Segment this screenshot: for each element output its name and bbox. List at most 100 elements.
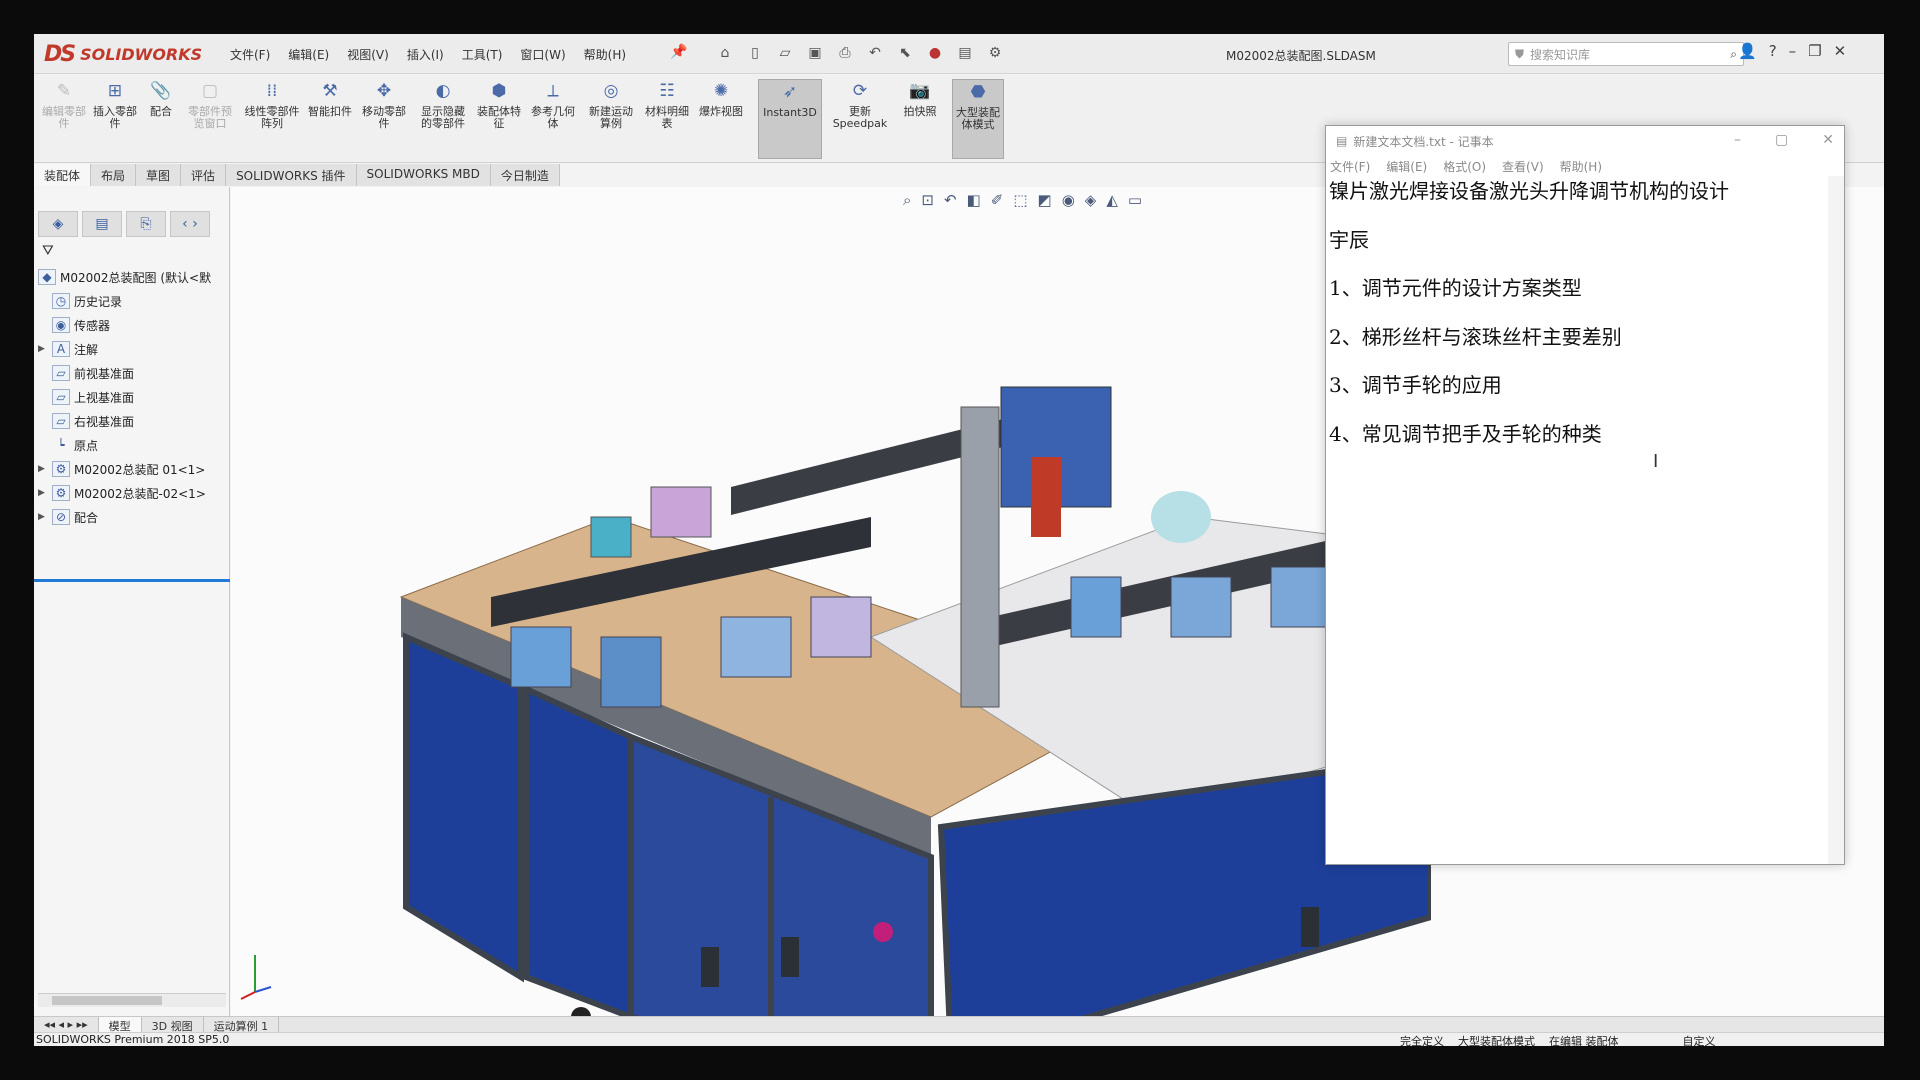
menu-view[interactable]: 视图(V) xyxy=(347,46,389,63)
menu-edit[interactable]: 编辑(E) xyxy=(288,46,329,63)
tab-layout[interactable]: 布局 xyxy=(91,164,137,186)
tree-item-sensors[interactable]: ◉ 传感器 xyxy=(38,313,226,337)
zoom-to-fit-icon[interactable]: ⌕ xyxy=(903,191,911,209)
new-motion-study-button[interactable]: ◎ 新建运动算例 xyxy=(586,79,636,159)
close-icon[interactable]: ✕ xyxy=(1834,42,1847,60)
bill-of-materials-button[interactable]: ☷ 材料明细表 xyxy=(644,79,690,159)
rollback-bar[interactable] xyxy=(34,579,230,582)
traffic-light-icon[interactable]: ● xyxy=(924,42,946,64)
notepad-menu-view[interactable]: 查看(V) xyxy=(1502,158,1544,175)
feature-tree-horizontal-scrollbar[interactable] xyxy=(38,993,226,1007)
property-manager-tab-icon[interactable]: ▤ xyxy=(82,211,122,237)
notepad-menu-edit[interactable]: 编辑(E) xyxy=(1386,158,1427,175)
linear-pattern-button[interactable]: ⁞⁞ 线性零部件阵列 xyxy=(242,79,302,159)
previous-view-icon[interactable]: ↶ xyxy=(944,191,957,209)
tab-addins[interactable]: SOLIDWORKS 插件 xyxy=(226,164,357,186)
exploded-view-button[interactable]: ✺ 爆炸视图 xyxy=(698,79,744,159)
menu-window[interactable]: 窗口(W) xyxy=(520,46,565,63)
help-icon[interactable]: ? xyxy=(1769,42,1777,60)
hide-show-items-icon[interactable]: ◉ xyxy=(1062,191,1075,209)
print-icon[interactable]: ⎙ xyxy=(834,42,856,64)
feature-tree-tab-icon[interactable]: ◈ xyxy=(38,211,78,237)
tab-motion-study[interactable]: 运动算例 1 xyxy=(204,1017,280,1033)
tab-nav-arrows-icon[interactable]: ◂◂ ◂ ▸ ▸▸ xyxy=(34,1017,99,1032)
menu-help[interactable]: 帮助(H) xyxy=(584,46,626,63)
notepad-text-area[interactable]: 镍片激光焊接设备激光头升降调节机构的设计 宇辰 1、调节元件的设计方案类型 2、… xyxy=(1327,176,1827,862)
zoom-to-area-icon[interactable]: ⊡ xyxy=(921,191,934,209)
tab-sketch[interactable]: 草图 xyxy=(136,164,182,186)
tab-model[interactable]: 模型 xyxy=(98,1017,142,1033)
tree-item-origin[interactable]: ┕ 原点 xyxy=(38,433,226,457)
component-preview-button[interactable]: ▢ 零部件预览窗口 xyxy=(184,79,236,159)
restore-icon[interactable]: ❐ xyxy=(1808,42,1821,60)
maximize-icon[interactable]: ▢ xyxy=(1775,132,1788,148)
solidworks-logo[interactable]: DS SOLIDWORKS xyxy=(44,40,202,68)
tree-root-assembly[interactable]: ◆ M02002总装配图 (默认<默 xyxy=(38,265,226,289)
tree-item-top-plane[interactable]: ▱ 上视基准面 xyxy=(38,385,226,409)
tree-item-history[interactable]: ◷ 历史记录 xyxy=(38,289,226,313)
new-document-icon[interactable]: ▯ xyxy=(744,42,766,64)
notepad-vertical-scrollbar[interactable] xyxy=(1828,176,1844,864)
unit-system-selector[interactable]: 自定义 xyxy=(1683,1033,1716,1046)
search-knowledge-input[interactable]: ⛊ 搜索知识库 ⌕ xyxy=(1508,42,1744,66)
tab-assembly[interactable]: 装配体 xyxy=(34,164,92,186)
expand-arrow-icon[interactable]: ▶ xyxy=(38,512,48,522)
view-orientation-icon[interactable]: ⬚ xyxy=(1013,191,1027,209)
dynamic-annotation-icon[interactable]: ✐ xyxy=(991,191,1004,209)
select-cursor-icon[interactable]: ⬉ xyxy=(894,42,916,64)
large-assembly-mode-button[interactable]: ⬣ 大型装配体模式 xyxy=(952,79,1004,159)
minimize-icon[interactable]: – xyxy=(1734,132,1741,148)
mate-button[interactable]: 📎 配合 xyxy=(142,79,180,159)
notepad-menu-file[interactable]: 文件(F) xyxy=(1330,158,1370,175)
expand-arrow-icon[interactable]: ▶ xyxy=(38,464,48,474)
tree-item-mates[interactable]: ▶ ⊘ 配合 xyxy=(38,505,226,529)
user-icon[interactable]: 👤 xyxy=(1738,42,1757,60)
tree-item-subassembly-02[interactable]: ▶ ⚙ M02002总装配-02<1> xyxy=(38,481,226,505)
update-speedpak-button[interactable]: ⟳ 更新 Speedpak xyxy=(830,79,890,159)
configuration-manager-tab-icon[interactable]: ⎘ xyxy=(126,211,166,237)
section-view-icon[interactable]: ◧ xyxy=(967,191,981,209)
more-tabs-arrow-icon[interactable]: ‹ › xyxy=(170,211,210,237)
home-icon[interactable]: ⌂ xyxy=(714,42,736,64)
insert-component-button[interactable]: ⊞ 插入零部件 xyxy=(92,79,138,159)
tab-evaluate[interactable]: 评估 xyxy=(181,164,227,186)
tab-3d-views[interactable]: 3D 视图 xyxy=(142,1017,204,1033)
notepad-window[interactable]: ▤ 新建文本文档.txt - 记事本 – ▢ ✕ 文件(F) 编辑(E) 格式(… xyxy=(1325,125,1845,865)
file-properties-icon[interactable]: ▤ xyxy=(954,42,976,64)
notepad-title-bar[interactable]: ▤ 新建文本文档.txt - 记事本 – ▢ ✕ xyxy=(1326,126,1844,156)
search-icon[interactable]: ⌕ xyxy=(1730,47,1737,62)
filter-icon[interactable]: ⛛ xyxy=(38,243,224,263)
tree-item-right-plane[interactable]: ▱ 右视基准面 xyxy=(38,409,226,433)
menu-file[interactable]: 文件(F) xyxy=(230,46,270,63)
take-snapshot-button[interactable]: 📷 拍快照 xyxy=(896,79,944,159)
tree-item-subassembly-01[interactable]: ▶ ⚙ M02002总装配 01<1> xyxy=(38,457,226,481)
tab-mbd[interactable]: SOLIDWORKS MBD xyxy=(356,164,491,186)
edit-appearance-icon[interactable]: ◈ xyxy=(1085,191,1097,209)
move-component-button[interactable]: ✥ 移动零部件 xyxy=(358,79,410,159)
save-icon[interactable]: ▣ xyxy=(804,42,826,64)
expand-arrow-icon[interactable]: ▶ xyxy=(38,344,48,354)
tree-item-annotations[interactable]: ▶ A 注解 xyxy=(38,337,226,361)
display-style-icon[interactable]: ◩ xyxy=(1038,191,1052,209)
expand-arrow-icon[interactable]: ▶ xyxy=(38,488,48,498)
assembly-features-button[interactable]: ⬢ 装配体特征 xyxy=(474,79,524,159)
view-settings-icon[interactable]: ▭ xyxy=(1128,191,1142,209)
menu-tools[interactable]: 工具(T) xyxy=(462,46,503,63)
apply-scene-icon[interactable]: ◭ xyxy=(1106,191,1118,209)
close-icon[interactable]: ✕ xyxy=(1822,132,1834,148)
show-hidden-button[interactable]: ◐ 显示隐藏的零部件 xyxy=(418,79,468,159)
reference-geometry-button[interactable]: ⟂ 参考几何体 xyxy=(528,79,578,159)
minimize-icon[interactable]: – xyxy=(1789,42,1797,60)
tab-manufacturing[interactable]: 今日制造 xyxy=(490,164,560,186)
menu-insert[interactable]: 插入(I) xyxy=(407,46,444,63)
scrollbar-thumb[interactable] xyxy=(52,996,162,1005)
smart-fasteners-button[interactable]: ⚒ 智能扣件 xyxy=(306,79,354,159)
tree-item-front-plane[interactable]: ▱ 前视基准面 xyxy=(38,361,226,385)
undo-icon[interactable]: ↶ xyxy=(864,42,886,64)
pin-icon[interactable]: 📌 xyxy=(670,44,687,60)
options-gear-icon[interactable]: ⚙ xyxy=(984,42,1006,64)
open-folder-icon[interactable]: ▱ xyxy=(774,42,796,64)
instant3d-button[interactable]: ➶ Instant3D xyxy=(758,79,822,159)
edit-component-button[interactable]: ✎ 编辑零部件 xyxy=(40,79,88,159)
notepad-menu-help[interactable]: 帮助(H) xyxy=(1560,158,1602,175)
